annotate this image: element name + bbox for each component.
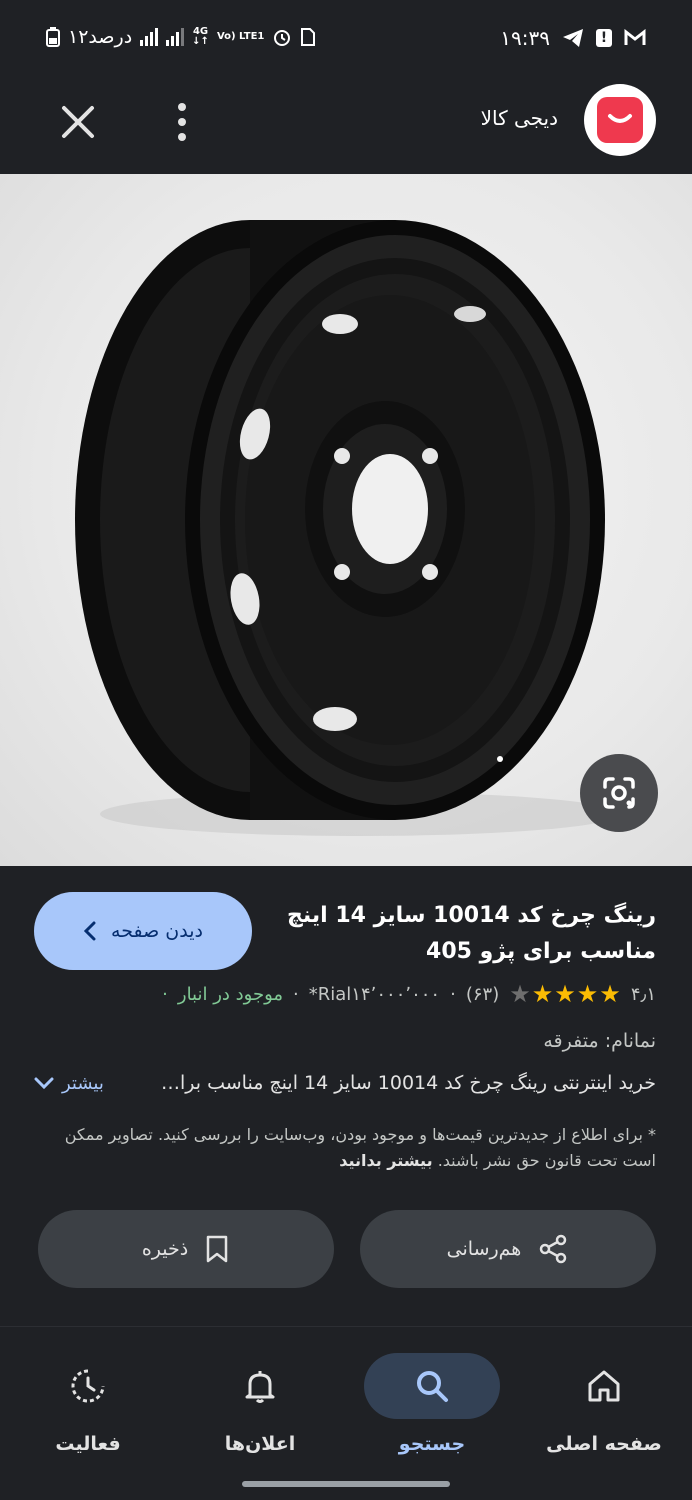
product-title[interactable]: رینگ چرخ کد 10014 سایز 14 اینچ مناسب برا… (286, 898, 656, 970)
nav-label-search: جستجو (398, 1433, 466, 1455)
nav-item-home[interactable]: صفحه اصلی (518, 1353, 690, 1473)
view-page-button[interactable]: دیدن صفحه (34, 892, 252, 970)
learn-more-link[interactable]: بیشتر بدانید (339, 1151, 432, 1170)
status-bar: ۱۲درصد 4G ↓↑ Vo) LTE1 ۱۹:۳۹ ! (0, 0, 692, 80)
google-lens-button[interactable] (580, 754, 658, 832)
site-logo (584, 84, 656, 156)
status-left: ۱۲درصد 4G ↓↑ Vo) LTE1 (46, 26, 316, 48)
signal-icon (140, 28, 159, 46)
share-icon (540, 1234, 567, 1264)
star-icon: ★ (531, 980, 554, 1008)
more-button[interactable]: بیشتر (34, 1073, 104, 1094)
share-label: هم‌رسانی (446, 1238, 522, 1260)
home-indicator[interactable] (242, 1481, 450, 1487)
bottom-navigation: صفحه اصلی جستجو اعلان‌ها فعالیت (0, 1326, 692, 1500)
lens-icon (603, 777, 635, 809)
network-type: 4G ↓↑ (192, 26, 209, 47)
close-button[interactable] (54, 98, 102, 146)
alert-icon: ! (596, 29, 612, 47)
nav-label-notifications: اعلان‌ها (224, 1433, 296, 1455)
search-icon (417, 1371, 448, 1402)
nav-item-search[interactable]: جستجو (346, 1353, 518, 1473)
volte-indicator: Vo) LTE1 (216, 31, 265, 42)
battery-percent: ۱۲درصد (68, 26, 133, 48)
stock-status: موجود در انبار (177, 983, 284, 1005)
save-button[interactable]: ذخیره (38, 1210, 334, 1288)
more-options-button[interactable] (162, 98, 202, 146)
battery-saver-icon (46, 27, 60, 47)
telegram-icon (563, 29, 583, 47)
wheel-rim-image (75, 220, 620, 836)
brand-label: نمانام: متفرقه (543, 1030, 656, 1052)
digikala-logo-icon (608, 114, 632, 123)
nav-item-notifications[interactable]: اعلان‌ها (174, 1353, 346, 1473)
status-right: ۱۹:۳۹ ! (500, 26, 646, 50)
star-icon: ★ (554, 980, 576, 1008)
product-price: Rial۱۴٬۰۰۰٬۰۰۰* (308, 983, 441, 1005)
product-description: خرید اینترنتی رینگ چرخ کد 10014 سایز 14 … (156, 1072, 656, 1094)
separator-dot: · (293, 983, 299, 1005)
separator-dot: · (450, 983, 456, 1005)
more-label: بیشتر (62, 1072, 104, 1094)
product-image[interactable] (0, 174, 692, 866)
close-icon (62, 106, 94, 138)
alarm-icon (274, 30, 291, 46)
product-meta-row: ۴٫۱ ★ ★ ★ ★ ★ (۶۳) · Rial۱۴٬۰۰۰٬۰۰۰* · م… (34, 982, 656, 1006)
chevron-left-icon (83, 921, 96, 941)
rating-value: ۴٫۱ (630, 983, 656, 1005)
home-icon (588, 1370, 620, 1402)
star-icon: ★ (599, 980, 621, 1008)
chevron-down-icon (34, 1077, 54, 1090)
save-label: ذخیره (141, 1238, 189, 1260)
star-icon: ★ (509, 980, 531, 1008)
bookmark-icon (206, 1235, 228, 1263)
nav-label-home: صفحه اصلی (546, 1433, 662, 1455)
review-count: (۶۳) (465, 983, 500, 1005)
nav-item-activity[interactable]: فعالیت (2, 1353, 174, 1473)
bell-icon (245, 1371, 275, 1403)
gmail-icon (624, 29, 646, 45)
signal-icon-2 (166, 28, 185, 46)
more-vert-icon (178, 103, 186, 141)
rating-stars: ★ ★ ★ ★ ★ (509, 982, 621, 1006)
app-bar: دیجی کالا (0, 80, 692, 174)
activity-icon (71, 1369, 105, 1403)
product-info-panel: رینگ چرخ کد 10014 سایز 14 اینچ مناسب برا… (0, 866, 692, 1326)
nav-label-activity: فعالیت (55, 1433, 121, 1455)
share-button[interactable]: هم‌رسانی (360, 1210, 656, 1288)
disclaimer: * برای اطلاع از جدیدترین قیمت‌ها و موجود… (34, 1122, 656, 1174)
sim-icon (301, 28, 316, 46)
star-icon: ★ (576, 980, 599, 1008)
separator-dot: · (162, 983, 168, 1005)
view-page-label: دیدن صفحه (111, 920, 203, 942)
status-time: ۱۹:۳۹ (500, 26, 550, 50)
description-row: خرید اینترنتی رینگ چرخ کد 10014 سایز 14 … (34, 1072, 656, 1094)
site-name: دیجی کالا (480, 106, 558, 130)
